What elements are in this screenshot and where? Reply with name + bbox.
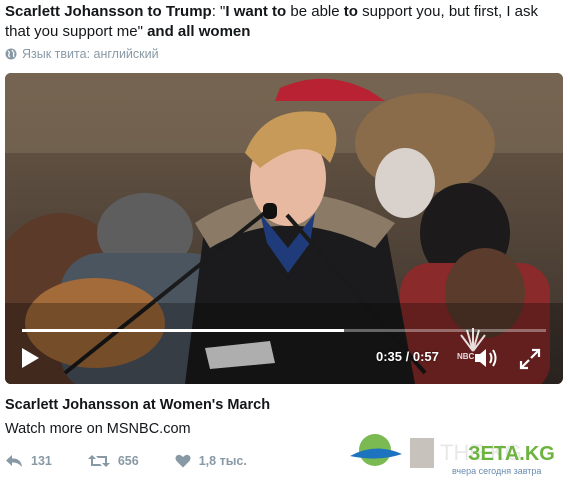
tweet-text-plain-2: be able [286,3,344,20]
card-title[interactable]: Scarlett Johansson at Women's March [5,397,270,413]
video-time: 0:35 / 0:57 [376,349,439,364]
heart-icon [175,454,191,468]
video-player[interactable]: NBC 0:35 / 0:57 [5,73,563,384]
tweet-text: Scarlett Johansson to Trump: "I want to … [5,2,563,42]
tweet-text-bold-3: to [343,3,358,20]
reply-button[interactable]: 131 [5,454,52,468]
like-count: 1,8 тыс. [198,454,247,468]
tweet-text-bold-2: I want to [225,3,287,20]
tweet-language[interactable]: Язык твита: английский [5,46,159,62]
play-icon[interactable] [19,346,41,370]
video-progress-fill [22,329,344,332]
reply-count: 131 [31,454,52,468]
card-subtitle[interactable]: Watch more on MSNBC.com [5,421,191,437]
globe-icon [5,48,17,60]
tweet-actions: 131 656 1,8 тыс. [5,451,247,471]
volume-icon[interactable] [473,347,499,369]
site-watermark: THE KG ЗЕТА.KG вчера сегодня завтра [350,434,555,476]
retweet-button[interactable]: 656 [87,454,139,468]
like-button[interactable]: 1,8 тыс. [175,454,247,468]
retweet-count: 656 [117,454,139,468]
tweet-language-label: Язык твита: английский [22,47,159,61]
nbc-logo-text: NBC [457,352,475,361]
tweet-text-bold-4: and all women [142,23,251,40]
tweet-text-bold-1: Scarlett Johansson to Trump [5,3,212,20]
retweet-icon [87,455,110,467]
watermark-brand: ЗЕТА.KG [468,443,555,465]
watermark-tagline: вчера сегодня завтра [452,466,541,476]
fullscreen-icon[interactable] [518,347,542,371]
tweet-text-plain-1: : " [211,3,226,20]
reply-icon [6,455,22,467]
